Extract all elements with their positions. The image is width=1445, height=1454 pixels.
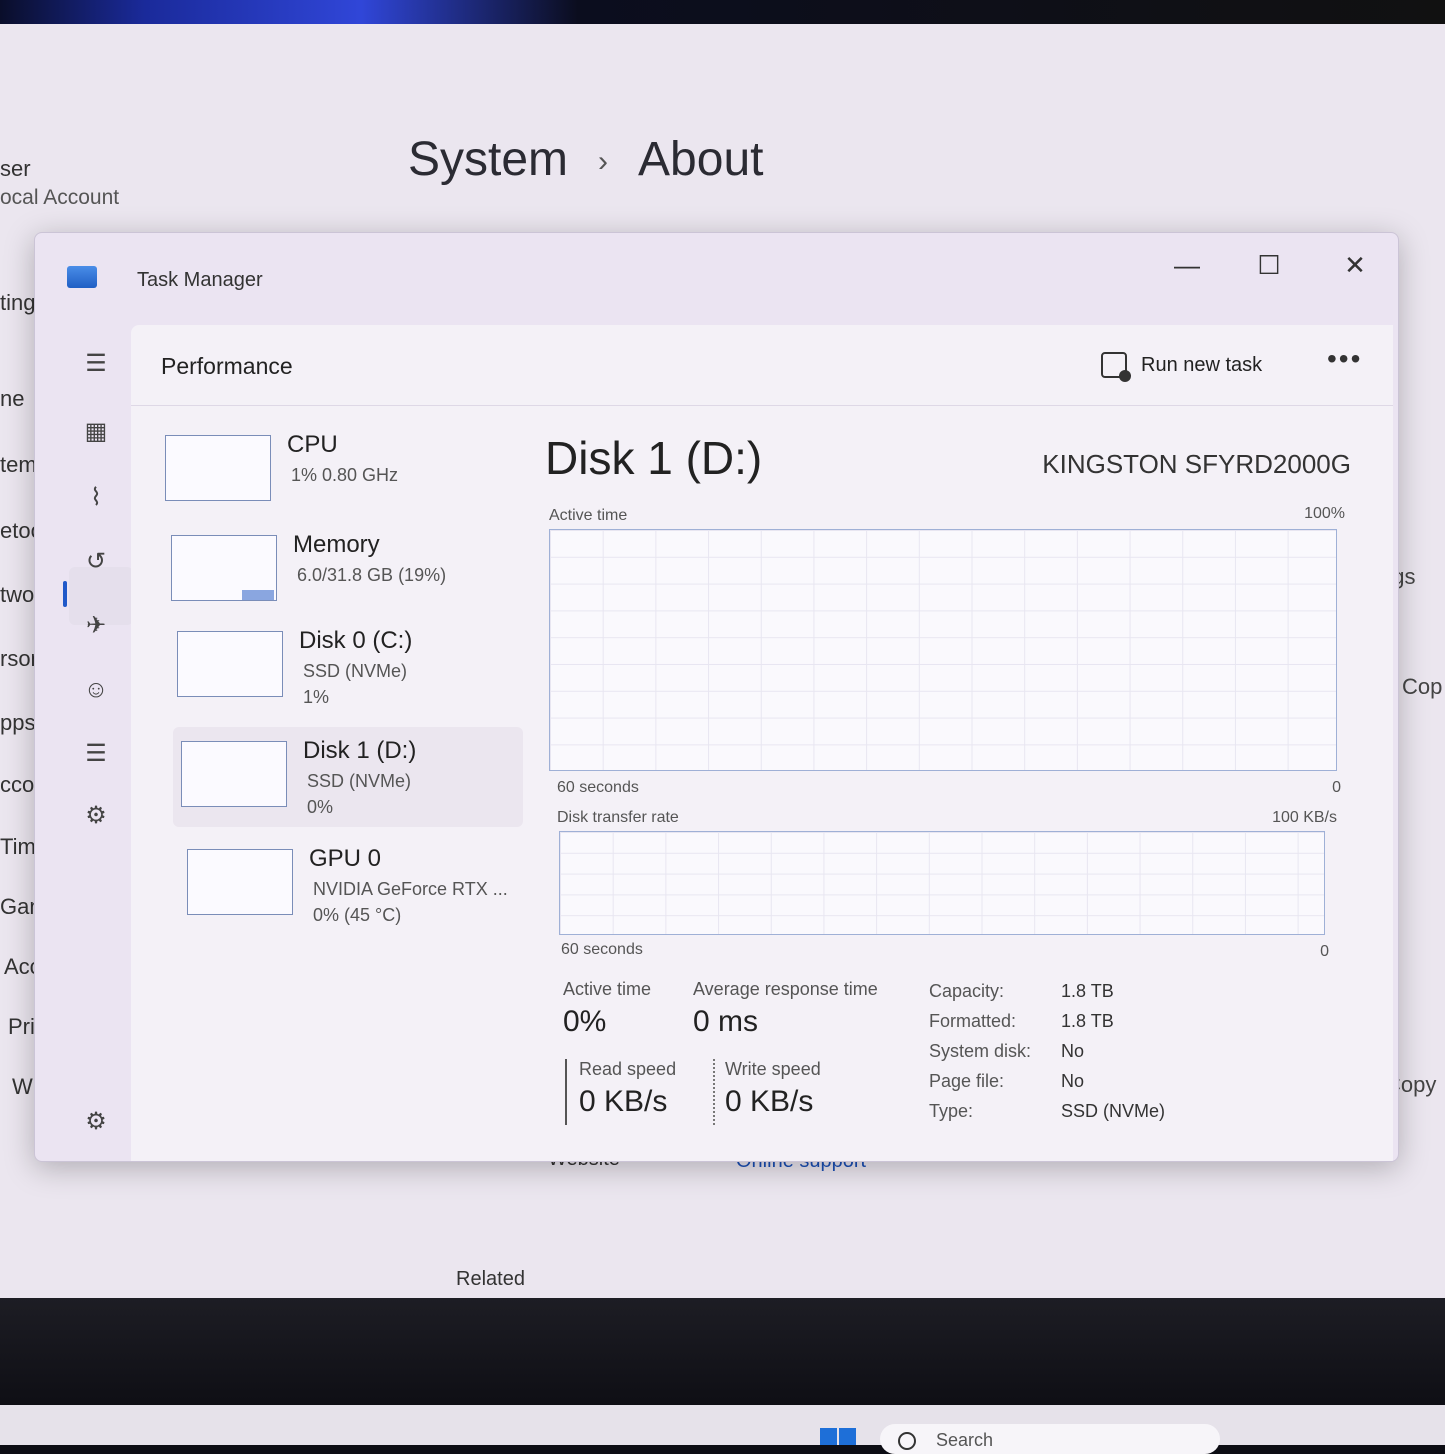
task-manager-window: Task Manager — ☐ ✕ ☰ ▦ ⌇ ↺ ✈ ☺ ☰ ⚙ ⚙ Per… (34, 232, 1399, 1162)
taskbar (0, 1405, 1445, 1445)
minimize-button[interactable]: — (1169, 247, 1205, 283)
search-icon (898, 1432, 916, 1450)
users-icon[interactable]: ☺ (79, 673, 113, 707)
device-name: CPU (287, 431, 338, 458)
active-time-stat-label: Active time (563, 979, 652, 999)
device-item-cpu[interactable]: CPU 1% 0.80 GHz (157, 421, 507, 521)
disk-model: KINGSTON SFYRD2000G (1042, 449, 1351, 479)
windows-start-icon[interactable] (820, 1428, 856, 1445)
taskbar-search-label: Search (936, 1430, 994, 1450)
app-history-icon[interactable]: ↺ (79, 545, 113, 579)
device-type: SSD (NVMe) (307, 771, 412, 791)
formatted-value: 1.8 TB (1061, 1011, 1114, 1031)
breadcrumb: System › About (408, 132, 763, 187)
graph1-x-right-label: 0 (1332, 779, 1341, 796)
write-speed-marker (713, 1059, 715, 1125)
task-manager-logo-icon (67, 266, 97, 288)
write-speed-value: 0 KB/s (725, 1085, 814, 1118)
system-disk-label: System disk: (929, 1041, 1032, 1061)
system-disk-value: No (1061, 1041, 1085, 1061)
type-label: Type: (929, 1101, 974, 1121)
active-time-graph (549, 529, 1337, 771)
avg-response-stat-label: Average response time (693, 979, 878, 999)
settings-gear-icon[interactable]: ⚙ (79, 1105, 113, 1139)
capacity-value: 1.8 TB (1061, 981, 1114, 1001)
type-value: SSD (NVMe) (1061, 1101, 1166, 1121)
avg-response-stat-value: 0 ms (693, 1005, 759, 1038)
user-account-type: ocal Account (0, 186, 120, 209)
active-time-stat-value: 0% (563, 1005, 607, 1038)
device-name: GPU 0 (309, 845, 382, 872)
more-options-button[interactable]: ••• (1327, 343, 1362, 375)
device-usage: 0% (45 °C) (313, 905, 402, 925)
graph2-x-left-label: 60 seconds (561, 941, 643, 958)
chevron-right-icon: › (598, 145, 609, 179)
page-title: Performance (161, 353, 293, 379)
nav-item-apps[interactable]: pps (0, 710, 35, 736)
performance-header: Performance Run new task ••• (131, 325, 1393, 406)
processes-icon[interactable]: ▦ (79, 415, 113, 449)
device-stat: 1% 0.80 GHz (291, 465, 399, 485)
page-file-value: No (1061, 1071, 1085, 1091)
disk-detail-panel: Disk 1 (D:) KINGSTON SFYRD2000G Active t… (545, 425, 1355, 1145)
device-usage: 1% (303, 687, 330, 707)
device-name: Disk 1 (D:) (303, 737, 417, 764)
hamburger-menu-icon[interactable]: ☰ (79, 347, 113, 381)
device-name: Memory (293, 531, 380, 558)
device-item-gpu0[interactable]: GPU 0 NVIDIA GeForce RTX ... 0% (45 °C) (179, 835, 529, 935)
device-item-disk1[interactable]: Disk 1 (D:) SSD (NVMe) 0% (173, 727, 523, 827)
cpu-thumbnail-graph (165, 435, 271, 501)
breadcrumb-about: About (638, 133, 764, 186)
run-task-icon (1101, 352, 1131, 382)
capacity-label: Capacity: (929, 981, 1005, 1001)
nav-rail: ☰ ▦ ⌇ ↺ ✈ ☺ ☰ ⚙ ⚙ (61, 333, 133, 1153)
run-new-task-label: Run new task (1141, 353, 1263, 376)
related-heading: Related (456, 1268, 525, 1290)
device-usage: 0% (307, 797, 334, 817)
copy-button-partial[interactable]: Cop (1402, 674, 1442, 700)
breadcrumb-system[interactable]: System (408, 132, 568, 187)
read-speed-marker (565, 1059, 567, 1125)
read-speed-label: Read speed (579, 1059, 677, 1079)
device-model: NVIDIA GeForce RTX ... (313, 879, 508, 899)
user-name: ser (0, 156, 31, 181)
nav-item-home[interactable]: ne (0, 386, 24, 412)
disk1-thumbnail-graph (181, 741, 287, 807)
gpu-thumbnail-graph (187, 849, 293, 915)
transfer-rate-graph-max: 100 KB/s (1272, 809, 1337, 826)
device-stat: 6.0/31.8 GB (19%) (297, 565, 447, 585)
close-button[interactable]: ✕ (1337, 247, 1373, 283)
active-time-graph-max: 100% (1304, 505, 1345, 522)
rail-active-indicator (63, 581, 67, 607)
nav-item-system[interactable]: tem (0, 452, 37, 478)
disk0-thumbnail-graph (177, 631, 283, 697)
formatted-label: Formatted: (929, 1011, 1017, 1031)
settings-search-partial[interactable]: ting (0, 290, 35, 316)
performance-pane: Performance Run new task ••• CPU 1% 0.80… (131, 325, 1393, 1161)
device-item-disk0[interactable]: Disk 0 (C:) SSD (NVMe) 1% (169, 617, 519, 717)
device-item-memory[interactable]: Memory 6.0/31.8 GB (19%) (163, 521, 513, 621)
taskbar-search[interactable]: Search (880, 1424, 1220, 1454)
memory-thumbnail-graph (171, 535, 277, 601)
transfer-rate-graph-label: Disk transfer rate (557, 809, 679, 826)
startup-apps-icon[interactable]: ✈ (79, 609, 113, 643)
performance-icon[interactable]: ⌇ (79, 481, 113, 515)
maximize-button[interactable]: ☐ (1251, 247, 1287, 283)
services-icon[interactable]: ⚙ (79, 799, 113, 833)
write-speed-label: Write speed (725, 1059, 821, 1079)
run-new-task-button[interactable]: Run new task (1101, 347, 1262, 383)
graph1-x-left-label: 60 seconds (557, 779, 639, 796)
details-list-icon[interactable]: ☰ (79, 737, 113, 771)
read-speed-value: 0 KB/s (579, 1085, 668, 1118)
disk-title: Disk 1 (D:) (545, 432, 763, 484)
page-file-label: Page file: (929, 1071, 1005, 1091)
device-name: Disk 0 (C:) (299, 627, 413, 654)
device-type: SSD (NVMe) (303, 661, 408, 681)
transfer-rate-graph (559, 831, 1325, 935)
graph2-x-right-label: 0 (1320, 943, 1329, 960)
monitor-bezel (0, 1298, 1445, 1408)
window-title: Task Manager (137, 269, 263, 291)
device-list: CPU 1% 0.80 GHz Memory 6.0/31.8 GB (19%)… (157, 421, 523, 941)
active-time-graph-label: Active time (549, 507, 628, 524)
